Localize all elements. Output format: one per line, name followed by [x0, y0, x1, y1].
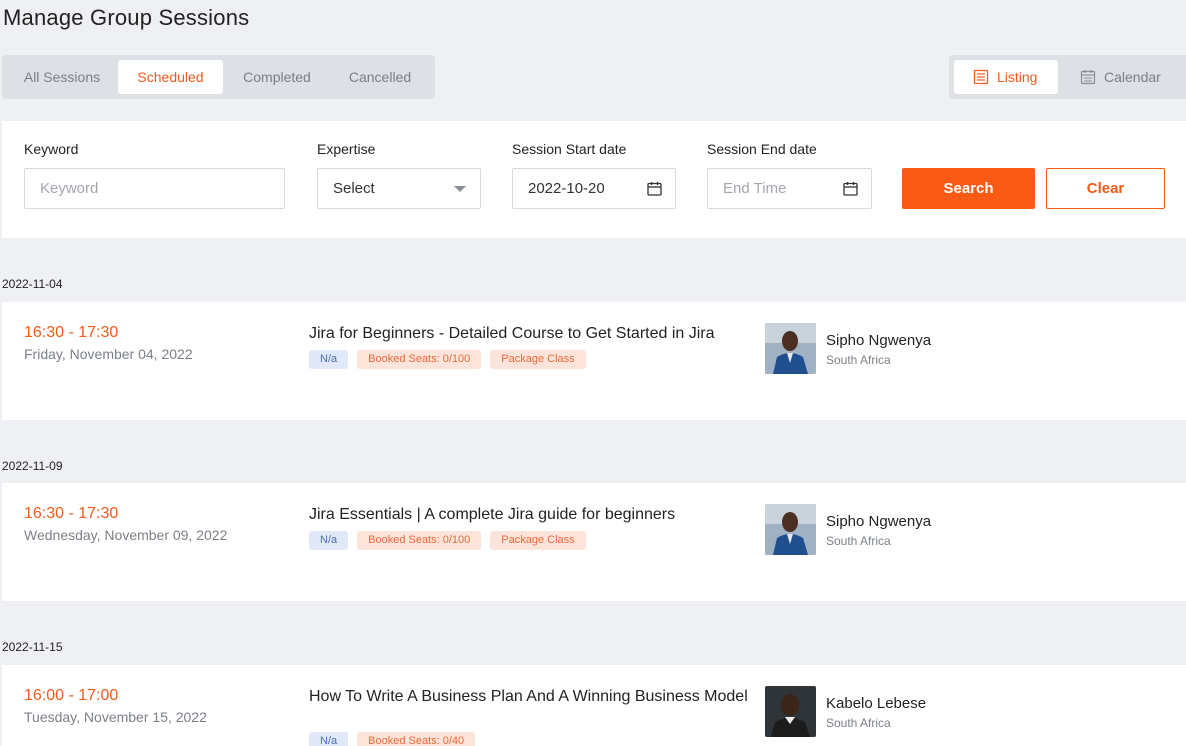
- avatar: [765, 504, 816, 555]
- end-date-input[interactable]: End Time: [707, 168, 872, 209]
- mentor-country: South Africa: [826, 534, 891, 548]
- session-tags: N/a Booked Seats: 0/100 Package Class: [309, 350, 586, 369]
- session-time: 16:30 - 17:30: [24, 505, 119, 522]
- session-status-tabs: All Sessions Scheduled Completed Cancell…: [2, 55, 435, 99]
- session-card[interactable]: 16:30 - 17:30 Wednesday, November 09, 20…: [2, 483, 1186, 601]
- start-date-label: Session Start date: [512, 141, 627, 157]
- mentor-name: Kabelo Lebese: [826, 695, 927, 712]
- session-date-heading: 2022-11-04: [2, 277, 63, 291]
- tab-cancelled[interactable]: Cancelled: [332, 60, 428, 94]
- avatar: [765, 323, 816, 374]
- level-tag: N/a: [309, 531, 349, 550]
- level-tag: N/a: [309, 732, 349, 746]
- session-card[interactable]: 16:30 - 17:30 Friday, November 04, 2022 …: [2, 302, 1186, 420]
- view-toggle: Listing Calendar: [949, 55, 1186, 99]
- listing-view-button[interactable]: Listing: [954, 60, 1058, 94]
- calendar-icon: [1080, 70, 1096, 85]
- calendar-label: Calendar: [1104, 69, 1161, 85]
- mentor-name: Sipho Ngwenya: [826, 332, 932, 349]
- calendar-icon: [843, 182, 858, 196]
- end-date-label: Session End date: [707, 141, 817, 157]
- list-icon: [973, 69, 989, 85]
- search-button[interactable]: Search: [902, 168, 1035, 209]
- session-tags: N/a Booked Seats: 0/100 Package Class: [309, 531, 586, 550]
- booked-seats-tag: Booked Seats: 0/100: [357, 531, 482, 550]
- page-title: Manage Group Sessions: [3, 5, 250, 30]
- session-time: 16:30 - 17:30: [24, 324, 119, 341]
- session-time: 16:00 - 17:00: [24, 687, 119, 704]
- session-card[interactable]: 16:00 - 17:00 Tuesday, November 15, 2022…: [2, 665, 1186, 746]
- calendar-view-button[interactable]: Calendar: [1080, 60, 1180, 94]
- avatar: [765, 686, 816, 737]
- keyword-label: Keyword: [24, 141, 79, 157]
- tab-all-sessions[interactable]: All Sessions: [9, 60, 115, 94]
- booked-seats-tag: Booked Seats: 0/100: [357, 350, 482, 369]
- mentor-name: Sipho Ngwenya: [826, 513, 932, 530]
- mentor-country: South Africa: [826, 353, 891, 367]
- filter-panel: Keyword Keyword Expertise Select Session…: [2, 121, 1186, 238]
- keyword-input[interactable]: Keyword: [24, 168, 285, 209]
- session-day: Wednesday, November 09, 2022: [24, 527, 228, 543]
- session-day: Tuesday, November 15, 2022: [24, 709, 207, 725]
- session-date-heading: 2022-11-15: [2, 640, 63, 654]
- start-date-input[interactable]: 2022-10-20: [512, 168, 676, 209]
- session-title[interactable]: Jira for Beginners - Detailed Course to …: [309, 324, 749, 343]
- mentor-country: South Africa: [826, 716, 891, 730]
- session-date-heading: 2022-11-09: [2, 459, 63, 473]
- class-type-tag: Package Class: [490, 350, 586, 369]
- session-title[interactable]: How To Write A Business Plan And A Winni…: [309, 687, 749, 706]
- session-day: Friday, November 04, 2022: [24, 346, 193, 362]
- expertise-value: Select: [333, 180, 375, 197]
- session-title[interactable]: Jira Essentials | A complete Jira guide …: [309, 505, 749, 524]
- session-tags: N/a Booked Seats: 0/40: [309, 732, 476, 746]
- start-date-value: 2022-10-20: [528, 180, 605, 197]
- tab-completed[interactable]: Completed: [226, 60, 328, 94]
- expertise-select[interactable]: Select: [317, 168, 481, 209]
- end-date-placeholder: End Time: [723, 180, 787, 197]
- booked-seats-tag: Booked Seats: 0/40: [357, 732, 476, 746]
- expertise-label: Expertise: [317, 141, 376, 157]
- listing-label: Listing: [997, 69, 1038, 85]
- clear-button[interactable]: Clear: [1046, 168, 1165, 209]
- class-type-tag: Package Class: [490, 531, 586, 550]
- level-tag: N/a: [309, 350, 349, 369]
- calendar-icon: [647, 182, 662, 196]
- keyword-placeholder: Keyword: [40, 180, 99, 197]
- tab-scheduled[interactable]: Scheduled: [118, 60, 223, 94]
- chevron-down-icon: [454, 186, 466, 192]
